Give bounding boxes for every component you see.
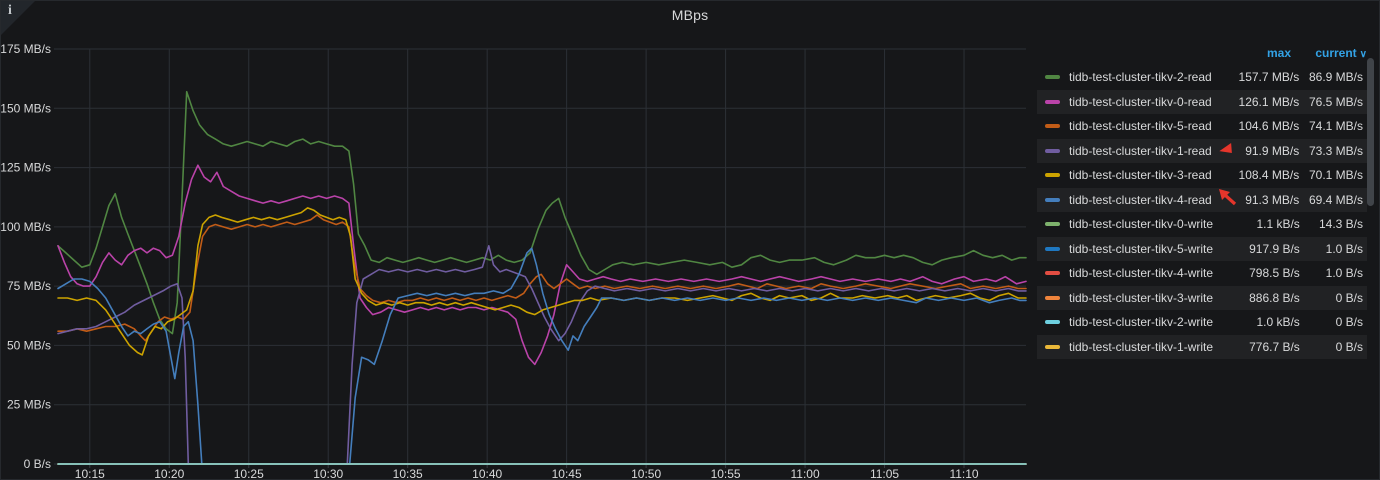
series-max-value: 157.7 MB/s (1238, 70, 1300, 85)
series-color-swatch[interactable] (1045, 148, 1060, 153)
y-axis-label: 150 MB/s (1, 101, 51, 115)
legend-table: max current ∨ tidb-test-cluster-tikv-2-re… (1037, 43, 1367, 359)
series-label[interactable]: tidb-test-cluster-tikv-5-read (1069, 119, 1212, 133)
y-axis-label: 25 MB/s (7, 398, 51, 412)
series-tidb-test-cluster-tikv-4-read[interactable] (57, 247, 1027, 465)
series-current-value: 1.0 B/s (1325, 241, 1363, 256)
y-axis-label: 0 B/s (24, 457, 51, 471)
legend-rows: tidb-test-cluster-tikv-2-read 157.7 MB/s 8… (1037, 65, 1367, 359)
series-label[interactable]: tidb-test-cluster-tikv-2-read (1069, 70, 1212, 84)
legend-row: tidb-test-cluster-tikv-5-read 104.6 MB/s 7… (1037, 114, 1367, 139)
series-current-value: 0 B/s (1335, 339, 1363, 354)
series-current-value: 76.5 MB/s (1308, 94, 1363, 109)
series-color-swatch[interactable] (1045, 344, 1060, 349)
series-max-value: 104.6 MB/s (1238, 119, 1300, 134)
legend-row: tidb-test-cluster-tikv-0-read 126.1 MB/s 7… (1037, 89, 1367, 114)
series-max-value: 917.9 B/s (1249, 241, 1300, 256)
series-label[interactable]: tidb-test-cluster-tikv-2-write (1069, 315, 1213, 329)
series-color-swatch[interactable] (1045, 124, 1060, 129)
series-color-swatch[interactable] (1045, 99, 1060, 104)
series-label[interactable]: tidb-test-cluster-tikv-0-write (1069, 217, 1213, 231)
series-max-value: 798.5 B/s (1249, 266, 1300, 281)
series-color-swatch[interactable] (1045, 222, 1060, 227)
series-tidb-test-cluster-tikv-3-read[interactable] (57, 207, 1027, 356)
series-current-value: 14.3 B/s (1318, 217, 1363, 232)
series-max-value: 886.8 B/s (1249, 290, 1300, 305)
series-current-value: 74.1 MB/s (1308, 119, 1363, 134)
legend-row: tidb-test-cluster-tikv-4-write 798.5 B/s 1… (1037, 261, 1367, 286)
grafana-panel: i MBps 0 B/s 25 MB/s 50 MB/s 75 MB/s 100 MB/… (0, 0, 1380, 480)
series-current-value: 1.0 B/s (1325, 266, 1363, 281)
x-axis-label: 10:55 (711, 467, 741, 480)
x-axis-label: 10:25 (234, 467, 264, 480)
x-axis-label: 10:50 (631, 467, 661, 480)
series-label[interactable]: tidb-test-cluster-tikv-3-write (1069, 291, 1213, 305)
y-axis-label: 100 MB/s (1, 220, 51, 234)
legend-row: tidb-test-cluster-tikv-4-read 91.3 MB/s 69… (1037, 187, 1367, 212)
chart-svg[interactable]: 0 B/s 25 MB/s 50 MB/s 75 MB/s 100 MB/s 125 MB… (1, 1, 1033, 480)
series-label[interactable]: tidb-test-cluster-tikv-1-read (1069, 144, 1212, 158)
legend-row: tidb-test-cluster-tikv-0-write 1.1 kB/s 14… (1037, 212, 1367, 237)
x-axis-label: 11:00 (790, 467, 819, 480)
legend-row: tidb-test-cluster-tikv-2-write 1.0 kB/s 0 … (1037, 310, 1367, 335)
legend-sort-current[interactable]: current ∨ (1291, 46, 1367, 60)
series-label[interactable]: tidb-test-cluster-tikv-0-read (1069, 95, 1212, 109)
legend-row: tidb-test-cluster-tikv-1-read 91.9 MB/s 73… (1037, 138, 1367, 163)
legend-row: tidb-test-cluster-tikv-2-read 157.7 MB/s 8… (1037, 65, 1367, 90)
legend-row: tidb-test-cluster-tikv-3-write 886.8 B/s 0… (1037, 285, 1367, 310)
legend-row: tidb-test-cluster-tikv-5-write 917.9 B/s 1… (1037, 236, 1367, 261)
series-current-value: 70.1 MB/s (1308, 168, 1363, 183)
series-tidb-test-cluster-tikv-0-read[interactable] (57, 164, 1027, 366)
series-label[interactable]: tidb-test-cluster-tikv-3-read (1069, 168, 1212, 182)
x-axis-label: 10:15 (75, 467, 105, 480)
series-color-swatch[interactable] (1045, 75, 1060, 80)
legend-sort-max[interactable]: max (1199, 46, 1291, 60)
series-label[interactable]: tidb-test-cluster-tikv-4-read (1069, 193, 1212, 207)
series-tidb-test-cluster-tikv-5-read[interactable] (57, 214, 1027, 342)
series-current-value: 69.4 MB/s (1308, 192, 1363, 207)
series-max-value: 91.3 MB/s (1245, 192, 1300, 207)
series-current-value: 0 B/s (1335, 290, 1363, 305)
series-label[interactable]: tidb-test-cluster-tikv-1-write (1069, 340, 1213, 354)
x-axis-label: 10:20 (154, 467, 184, 480)
y-axis-label: 75 MB/s (7, 279, 51, 293)
y-axis-label: 175 MB/s (1, 42, 51, 56)
legend-header: max current ∨ (1037, 43, 1367, 63)
series-color-swatch[interactable] (1045, 173, 1060, 178)
series-color-swatch[interactable] (1045, 271, 1060, 276)
series-color-swatch[interactable] (1045, 295, 1060, 300)
series-current-value: 86.9 MB/s (1308, 70, 1363, 85)
series-max-value: 1.0 kB/s (1256, 315, 1300, 330)
x-axis-label: 10:35 (393, 467, 423, 480)
legend-row: tidb-test-cluster-tikv-1-write 776.7 B/s 0… (1037, 334, 1367, 359)
series-color-swatch[interactable] (1045, 320, 1060, 325)
series-label[interactable]: tidb-test-cluster-tikv-5-write (1069, 242, 1213, 256)
legend-row: tidb-test-cluster-tikv-3-read 108.4 MB/s 7… (1037, 163, 1367, 188)
series-color-swatch[interactable] (1045, 246, 1060, 251)
x-axis-label: 10:40 (472, 467, 502, 480)
y-axis-label: 125 MB/s (1, 161, 51, 175)
series-current-value: 0 B/s (1335, 315, 1363, 330)
chevron-down-icon: ∨ (1359, 49, 1367, 60)
y-axis-label: 50 MB/s (7, 338, 51, 352)
series-max-value: 108.4 MB/s (1238, 168, 1300, 183)
series-max-value: 126.1 MB/s (1238, 94, 1300, 109)
series-max-value: 1.1 kB/s (1256, 217, 1300, 232)
series-color-swatch[interactable] (1045, 197, 1060, 202)
x-axis-label: 11:05 (870, 467, 899, 480)
series-current-value: 73.3 MB/s (1308, 143, 1363, 158)
x-axis-label: 11:10 (949, 467, 978, 480)
series-tidb-test-cluster-tikv-1-read[interactable] (57, 245, 1027, 465)
series-max-value: 776.7 B/s (1249, 339, 1300, 354)
x-axis-label: 10:45 (552, 467, 582, 480)
legend-scrollbar-thumb[interactable] (1367, 58, 1374, 206)
x-axis-label: 10:30 (313, 467, 343, 480)
series-label[interactable]: tidb-test-cluster-tikv-4-write (1069, 266, 1213, 280)
